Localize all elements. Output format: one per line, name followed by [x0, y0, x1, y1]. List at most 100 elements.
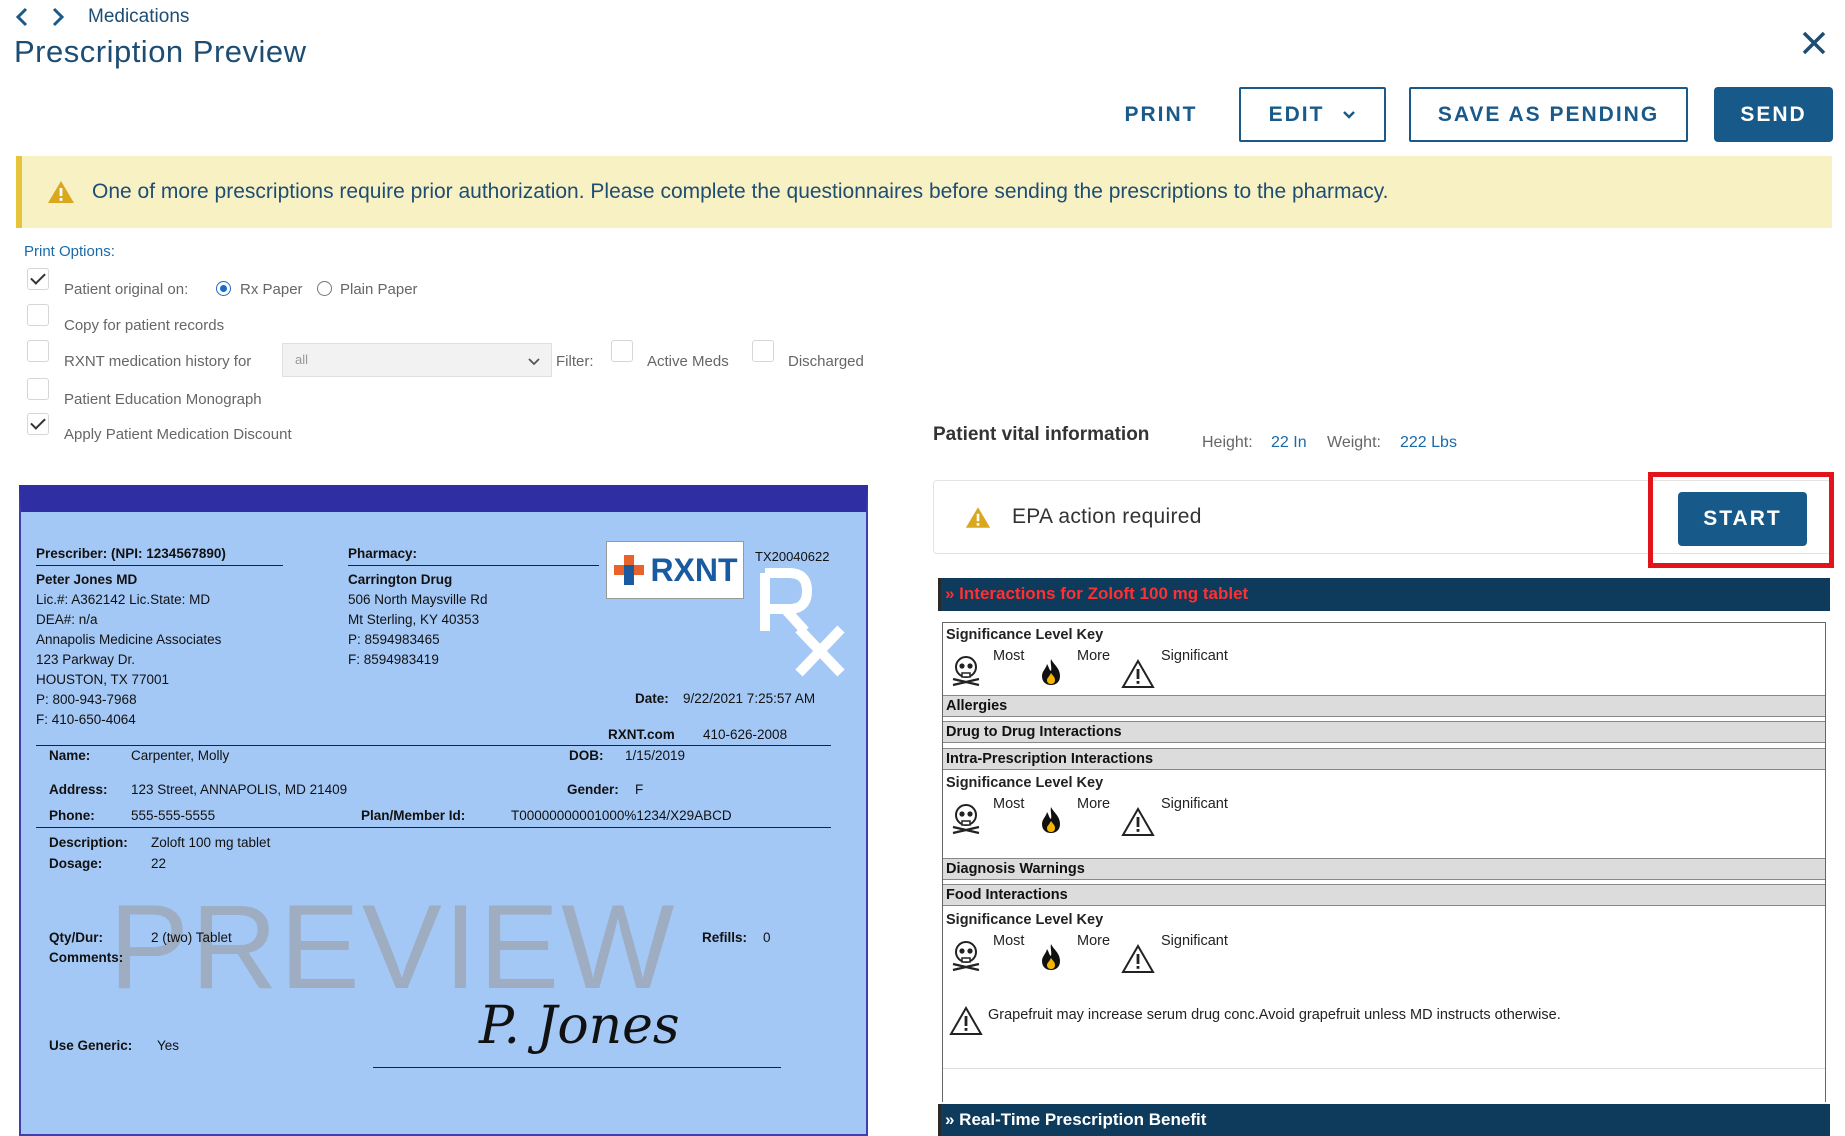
print-options-title: Print Options: [24, 243, 115, 260]
dob-value: 1/15/2019 [625, 748, 686, 763]
filter-label: Filter: [556, 353, 594, 370]
qty-value: 2 (two) Tablet [151, 930, 232, 945]
discharged-checkbox[interactable] [752, 340, 774, 362]
print-label: PRINT [1124, 102, 1198, 126]
send-button[interactable]: SEND [1714, 87, 1833, 142]
pharmacy-label: Pharmacy: [348, 546, 418, 561]
warning-icon [46, 179, 76, 205]
close-icon[interactable] [1797, 26, 1831, 60]
patient-name-value: Carpenter, Molly [131, 748, 230, 763]
rx-paper-radio[interactable] [216, 281, 231, 296]
prescriber-street: 123 Parkway Dr. [36, 652, 136, 667]
section-diagnosis: Diagnosis Warnings [943, 858, 1825, 880]
description-label: Description: [49, 835, 128, 850]
comments-label: Comments: [49, 950, 124, 965]
education-checkbox[interactable] [27, 378, 49, 400]
interactions-header[interactable]: » Interactions for Zoloft 100 mg tablet [938, 578, 1830, 611]
prescriber-phone: P: 800-943-7968 [36, 692, 137, 707]
tx-code: TX20040622 [755, 549, 830, 564]
food-interaction-note: Grapefruit may increase serum drug conc.… [988, 1007, 1561, 1023]
discount-checkbox[interactable] [27, 413, 49, 435]
dosage-value: 22 [151, 856, 167, 871]
med-history-checkbox[interactable] [27, 340, 49, 362]
flame-icon [1038, 805, 1064, 840]
pharmacy-phone: P: 8594983465 [348, 632, 440, 647]
rxnt-logo: RXNT [606, 541, 744, 599]
plan-label: Plan/Member Id: [361, 808, 466, 823]
section-food: Food Interactions [943, 884, 1825, 906]
vitals-title: Patient vital information [933, 424, 1150, 445]
key-most-label: Most [993, 933, 1025, 949]
refills-value: 0 [763, 930, 771, 945]
description-value: Zoloft 100 mg tablet [151, 835, 271, 850]
divider [36, 565, 283, 566]
address-value: 123 Street, ANNAPOLIS, MD 21409 [131, 782, 348, 797]
patient-original-checkbox[interactable] [27, 268, 49, 290]
rxnt-logo-text: RXNT [650, 551, 738, 588]
rxnt-cross-icon [614, 555, 645, 585]
med-history-label: RXNT medication history for [64, 353, 252, 370]
caution-triangle-icon [1121, 943, 1155, 979]
discount-label: Apply Patient Medication Discount [64, 426, 292, 443]
save-as-pending-button[interactable]: SAVE AS PENDING [1409, 87, 1688, 142]
skull-icon [949, 938, 983, 977]
skull-icon [949, 801, 983, 840]
pharmacy-street: 506 North Maysville Rd [348, 592, 488, 607]
interactions-panel: Significance Level Key Most More Signifi… [942, 622, 1826, 1102]
site-phone: 410-626-2008 [703, 727, 788, 742]
forward-arrow-icon[interactable] [50, 6, 66, 34]
key-significant-label: Significant [1161, 796, 1228, 812]
divider [943, 1068, 1825, 1069]
weight-label: Weight: [1327, 434, 1381, 451]
active-meds-checkbox[interactable] [611, 340, 633, 362]
prescriber-city: HOUSTON, TX 77001 [36, 672, 170, 687]
edit-label: EDIT [1268, 102, 1325, 126]
copy-records-checkbox[interactable] [27, 304, 49, 326]
phone-value: 555-555-5555 [131, 808, 216, 823]
med-history-select-value: all [295, 352, 309, 367]
pharmacy-fax: F: 8594983419 [348, 652, 439, 667]
warning-icon [964, 505, 992, 535]
pharmacy-city: Mt Sterling, KY 40353 [348, 612, 480, 627]
send-label: SEND [1740, 102, 1807, 126]
flame-icon [1038, 942, 1064, 977]
prescriber-fax: F: 410-650-4064 [36, 712, 136, 727]
print-button[interactable]: PRINT [1106, 87, 1216, 142]
breadcrumb-medications[interactable]: Medications [88, 6, 189, 28]
date-value: 9/22/2021 7:25:57 AM [683, 691, 816, 706]
height-value: 22 In [1271, 434, 1307, 451]
chevron-down-icon [527, 355, 541, 370]
rtpb-header[interactable]: » Real-Time Prescription Benefit [938, 1104, 1830, 1136]
patient-name-label: Name: [49, 748, 91, 763]
caution-triangle-icon [1121, 658, 1155, 694]
prescriber-name: Peter Jones MD [36, 572, 138, 587]
generic-value: Yes [157, 1038, 180, 1053]
key-significant-label: Significant [1161, 933, 1228, 949]
discharged-label: Discharged [788, 353, 864, 370]
prescriber-practice: Annapolis Medicine Associates [36, 632, 222, 647]
refills-label: Refills: [702, 930, 748, 945]
back-arrow-icon[interactable] [14, 6, 30, 34]
prescriber-lic: Lic.#: A362142 Lic.State: MD [36, 592, 211, 607]
sig-key-title: Significance Level Key [946, 775, 1104, 791]
med-history-select[interactable]: all [282, 343, 552, 377]
qty-label: Qty/Dur: [49, 930, 103, 945]
education-label: Patient Education Monograph [64, 391, 262, 408]
section-intra: Intra-Prescription Interactions [943, 748, 1825, 770]
prescriber-dea: DEA#: n/a [36, 612, 98, 627]
plain-paper-radio[interactable] [317, 281, 332, 296]
signature-line [373, 1067, 781, 1068]
banner-text: One of more prescriptions require prior … [92, 180, 1389, 203]
edit-dropdown-button[interactable]: EDIT [1239, 87, 1386, 142]
plain-paper-label: Plain Paper [340, 281, 418, 298]
key-more-label: More [1077, 648, 1111, 664]
height-label: Height: [1202, 434, 1253, 451]
key-most-label: Most [993, 648, 1025, 664]
save-pending-label: SAVE AS PENDING [1437, 102, 1660, 126]
key-more-label: More [1077, 933, 1111, 949]
plan-value: T00000000001000%1234/X29ABCD [511, 808, 732, 823]
prescriber-label: Prescriber: (NPI: 1234567890) [36, 546, 226, 561]
flame-icon [1038, 657, 1064, 692]
dob-label: DOB: [569, 748, 604, 763]
highlight-frame [1648, 472, 1834, 568]
